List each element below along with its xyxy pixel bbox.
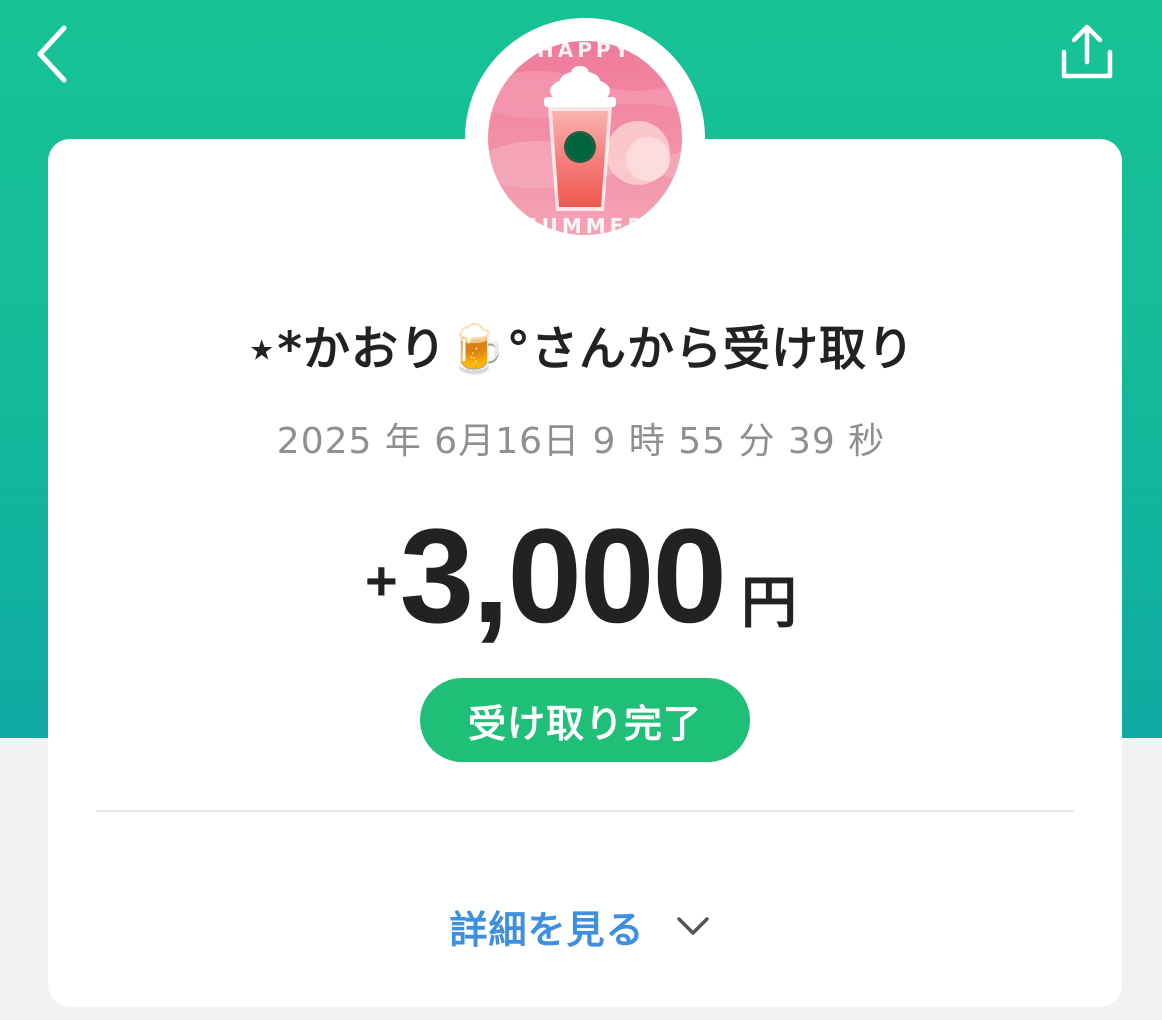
chevron-down-icon [676, 917, 709, 935]
sender-avatar: HAPPY SUMMER [488, 41, 682, 235]
share-button[interactable] [1052, 18, 1122, 88]
view-details-label: 詳細を見る [449, 907, 645, 952]
amount-unit: 円 [741, 571, 798, 636]
transaction-datetime: 2025 年 6月16日 9 時 55 分 39 秒 [276, 421, 886, 462]
status-badge: 受け取り完了 [420, 678, 750, 762]
back-button[interactable] [26, 22, 86, 86]
share-icon [1061, 24, 1113, 79]
amount-value: 3,000 [399, 502, 727, 651]
chevron-left-icon [37, 25, 67, 83]
amount-sign: + [364, 549, 398, 612]
transaction-title: ⋆*かおり🍺°さんから受け取り [246, 322, 916, 377]
drink-image: HAPPY SUMMER [488, 41, 682, 235]
view-details-button[interactable]: 詳細を見る [0, 890, 1162, 962]
amount: + 3,000 円 [0, 500, 1162, 651]
divider [96, 810, 1074, 812]
